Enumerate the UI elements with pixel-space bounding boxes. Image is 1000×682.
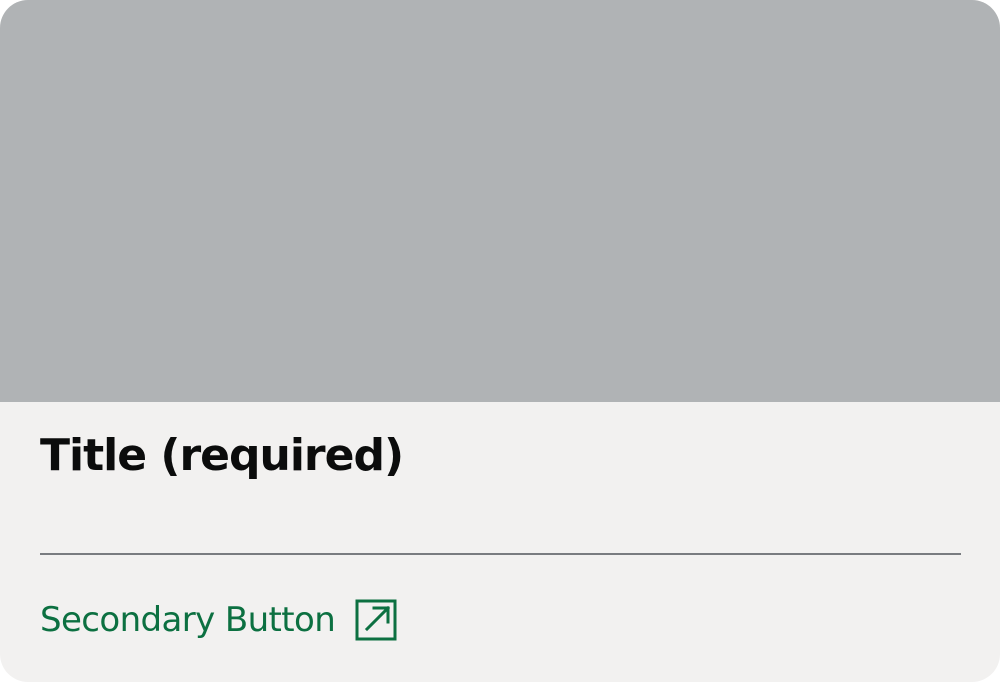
secondary-button[interactable]: Secondary Button bbox=[40, 595, 397, 645]
external-link-icon bbox=[355, 599, 397, 641]
card: Title (required) Secondary Button bbox=[0, 0, 1000, 682]
card-title: Title (required) bbox=[40, 430, 404, 481]
secondary-button-label: Secondary Button bbox=[40, 600, 336, 640]
media-placeholder bbox=[0, 0, 1000, 402]
divider bbox=[40, 553, 961, 555]
